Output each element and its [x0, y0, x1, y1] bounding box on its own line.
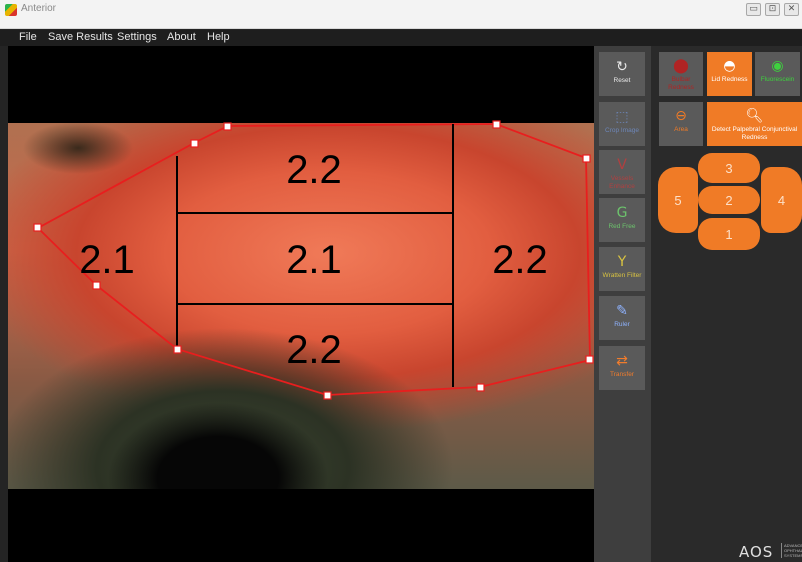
transfer-icon: ⇄	[616, 353, 628, 369]
zone-4-button[interactable]: 4	[761, 167, 802, 233]
title-bar: Anterior ▭ ⊡ ✕	[0, 0, 802, 29]
aos-logo: AOS	[739, 543, 774, 561]
control-handle[interactable]	[223, 122, 232, 131]
crop-image-button[interactable]: ⬚ Crop Image	[599, 102, 645, 146]
control-handle[interactable]	[476, 383, 485, 392]
search-icon: 🔍︎	[745, 108, 764, 124]
lid-icon: ◓	[723, 58, 736, 74]
bulbar-redness-button[interactable]: ⬤ Bulbar Redness	[659, 52, 703, 96]
tools-panel: ↻ Reset ⬚ Crop Image V Vessels Enhance G…	[594, 46, 651, 562]
letter-v-icon: V	[617, 157, 627, 173]
aos-subtitle: ADVANCED OPHTHALMIC SYSTEMS	[781, 543, 802, 558]
fluorescein-label: Fluorescein	[760, 76, 795, 83]
menu-save-results[interactable]: Save Results	[48, 31, 113, 43]
menu-settings[interactable]: Settings	[117, 31, 157, 43]
zone-3-button[interactable]: 3	[698, 153, 760, 183]
area-icon: ⊖	[675, 108, 687, 124]
lid-redness-label: Lid Redness	[711, 76, 748, 83]
eye-red-icon: ⬤	[673, 58, 689, 74]
control-handle[interactable]	[582, 154, 591, 163]
vessels-enhance-button[interactable]: V Vessels Enhance	[599, 150, 645, 194]
reset-button[interactable]: ↻ Reset	[599, 52, 645, 96]
control-handle[interactable]	[33, 223, 42, 232]
transfer-button[interactable]: ⇄ Transfer	[599, 346, 645, 390]
area-button[interactable]: ⊖ Area	[659, 102, 703, 146]
reset-label: Reset	[613, 77, 631, 84]
wratten-filter-button[interactable]: Y Wratten Filter	[599, 247, 645, 291]
app-window: Anterior ▭ ⊡ ✕ File Save Results Setting…	[0, 0, 802, 562]
ruler-icon: ✎	[616, 303, 628, 319]
control-handle[interactable]	[323, 391, 332, 400]
wratten-filter-label: Wratten Filter	[602, 272, 642, 279]
menu-about[interactable]: About	[167, 31, 196, 43]
close-button[interactable]: ✕	[784, 3, 799, 16]
vessels-enhance-label: Vessels Enhance	[609, 175, 635, 190]
ruler-label: Ruler	[614, 321, 630, 328]
bulbar-redness-label: Bulbar Redness	[668, 76, 694, 91]
detect-redness-button[interactable]: 🔍︎ Detect Palpebral Conjunctival Redness	[707, 102, 802, 146]
menu-file[interactable]: File	[19, 31, 37, 43]
minimize-button[interactable]: ▭	[746, 3, 761, 16]
lid-annotation-overlay[interactable]: 2.2 2.1 2.1 2.2 2.2	[8, 46, 594, 562]
lid-redness-button[interactable]: ◓ Lid Redness	[707, 52, 752, 96]
window-title: Anterior	[21, 3, 57, 14]
zone-label-left: 2.1	[79, 238, 135, 282]
ruler-button[interactable]: ✎ Ruler	[599, 296, 645, 340]
zone-label-bottom: 2.2	[286, 328, 342, 372]
control-handle[interactable]	[492, 120, 501, 129]
reset-icon: ↻	[616, 59, 628, 75]
image-viewer[interactable]: 2.2 2.1 2.1 2.2 2.2	[8, 46, 594, 562]
letter-y-icon: Y	[617, 254, 627, 270]
control-handle[interactable]	[92, 281, 101, 290]
menu-help[interactable]: Help	[207, 31, 230, 43]
maximize-button[interactable]: ⊡	[765, 3, 780, 16]
zone-label-right: 2.2	[492, 238, 548, 282]
detect-redness-label: Detect Palpebral Conjunctival Redness	[711, 126, 798, 141]
menu-bar: File Save Results Settings About Help	[0, 30, 802, 46]
app-logo-icon	[5, 4, 17, 16]
zone-2-button[interactable]: 2	[698, 186, 760, 214]
control-handle[interactable]	[173, 345, 182, 354]
control-handle[interactable]	[585, 355, 594, 364]
letter-g-icon: G	[616, 205, 628, 221]
fluorescein-icon: ◉	[771, 58, 784, 74]
red-free-button[interactable]: G Red Free	[599, 198, 645, 242]
fluorescein-button[interactable]: ◉ Fluorescein	[755, 52, 800, 96]
zone-label-top: 2.2	[286, 148, 342, 192]
analysis-panel: ⬤ Bulbar Redness ◓ Lid Redness ◉ Fluores…	[651, 46, 802, 562]
zone-5-button[interactable]: 5	[658, 167, 698, 233]
red-free-label: Red Free	[608, 223, 636, 230]
transfer-label: Transfer	[610, 371, 634, 378]
zone-label-middle: 2.1	[286, 238, 342, 282]
crop-image-label: Crop Image	[605, 127, 639, 134]
area-label: Area	[674, 126, 688, 133]
crop-icon: ⬚	[615, 109, 629, 125]
zone-1-button[interactable]: 1	[698, 218, 760, 250]
control-handle[interactable]	[190, 139, 199, 148]
